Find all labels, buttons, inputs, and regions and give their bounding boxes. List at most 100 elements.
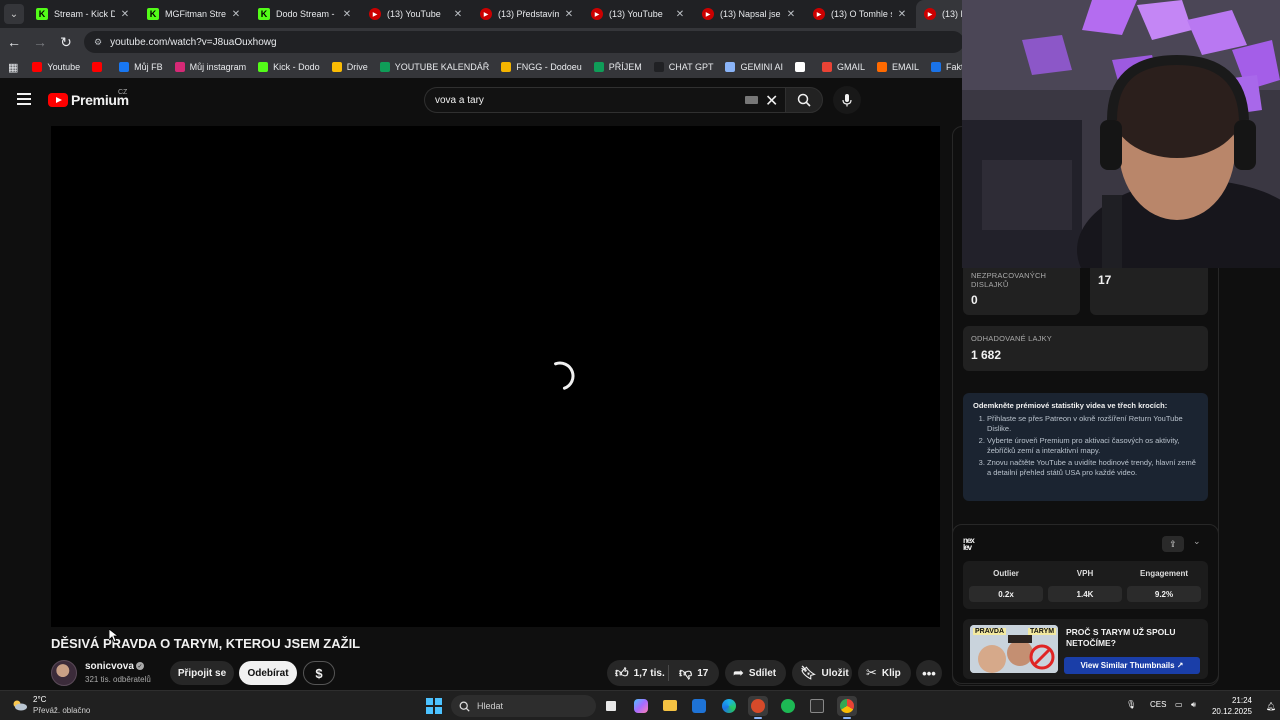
close-tab-icon[interactable]: ✕ (452, 9, 464, 20)
tab-title: MGFitman Stream (165, 9, 226, 19)
youtube-logo[interactable]: Premium (48, 92, 129, 108)
windows-start-icon[interactable] (426, 698, 442, 714)
more-actions-button[interactable]: ••• (916, 660, 942, 686)
bookmark-item[interactable] (92, 62, 107, 72)
forward-button[interactable]: → (28, 30, 52, 54)
bookmark-favicon-icon (174, 62, 185, 72)
clip-button[interactable]: ✂ Klip (858, 660, 911, 686)
address-bar[interactable]: ⚙ youtube.com/watch?v=J8uaOuxhowg (84, 31, 964, 53)
outlook-icon[interactable] (689, 696, 709, 716)
close-tab-icon[interactable]: ✕ (230, 9, 242, 20)
metric-value: 0.2x (969, 586, 1043, 602)
apps-icon[interactable]: ▦ (8, 61, 18, 74)
dislike-button[interactable]: 👎︎ 17 (669, 665, 708, 681)
taskbar-search[interactable]: Hledat (451, 695, 596, 717)
view-similar-thumbnails-button[interactable]: View Similar Thumbnails ↗ (1064, 657, 1200, 674)
search-button[interactable] (785, 87, 823, 113)
search-value: vova a tary (435, 94, 484, 106)
close-tab-icon[interactable]: ✕ (119, 9, 131, 20)
youtube-icon: ▶ (591, 8, 603, 20)
channel-avatar[interactable] (51, 660, 77, 686)
network-icon[interactable]: ▭ (1175, 700, 1183, 709)
scissors-icon: ✂ (866, 665, 877, 680)
bookmark-item[interactable]: Můj instagram (174, 62, 246, 72)
bookmark-item[interactable]: CHAT GPT (653, 62, 713, 72)
browser-tab[interactable]: K Stream - Kick Dash ✕ (28, 0, 139, 28)
bookmark-item[interactable]: YOUTUBE KALENDÁŘ (379, 62, 489, 72)
back-button[interactable]: ← (2, 30, 26, 54)
video-title: DĚSIVÁ PRAVDA O TARYM, KTEROU JSEM ZAŽIL (51, 636, 361, 651)
bookmark-item[interactable]: FNGG - Dodoeu (501, 62, 582, 72)
bookmark-item[interactable]: GEMINI AI (725, 62, 783, 72)
close-tab-icon[interactable]: ✕ (341, 9, 353, 20)
bookmark-item[interactable]: Můj FB (119, 62, 163, 72)
thumbs-down-icon: 👎︎ (679, 665, 693, 680)
close-tab-icon[interactable]: ✕ (785, 9, 797, 20)
taskbar-clock[interactable]: 21:24 20.12.2025 (1208, 695, 1252, 717)
bookmark-item[interactable]: Drive (331, 62, 368, 72)
similar-thumbnails-card: PRAVDA TARYM PROČ S TARYM UŽ SPOLU NETOČ… (963, 619, 1208, 679)
browser-tab[interactable]: ▶ (13) YouTube ✕ (583, 0, 694, 28)
bookmark-item[interactable]: Youtube (32, 62, 80, 72)
like-dislike-group: 👍︎ 1,7 tis. 👎︎ 17 (607, 660, 719, 686)
bookmark-favicon-icon (32, 62, 43, 72)
bookmark-item[interactable]: EMAIL (877, 62, 919, 72)
browser-tab[interactable]: ▶ (13) YouTube ✕ (361, 0, 472, 28)
file-explorer-icon[interactable] (660, 696, 680, 716)
clear-search-icon[interactable]: ✕ (765, 91, 778, 111)
chrome-icon[interactable] (837, 696, 857, 716)
volume-icon[interactable]: 🔊︎ (1191, 700, 1196, 710)
tab-search-button[interactable]: ⌄ (4, 4, 24, 24)
site-info-icon[interactable]: ⚙ (94, 37, 102, 48)
spotify-icon[interactable] (778, 696, 798, 716)
weather-temperature[interactable]: 2°C (33, 695, 46, 704)
like-button[interactable]: 👍︎ 1,7 tis. (607, 665, 669, 681)
browser-tab[interactable]: K MGFitman Stream ✕ (139, 0, 250, 28)
mic-tray-icon[interactable]: 🎙︎ (1126, 700, 1136, 709)
unprocessed-dislikes-card: NEZPRACOVANÝCH DISLAJKŮ 0 (963, 263, 1080, 315)
join-button[interactable]: Připojit se (170, 661, 234, 685)
obs-icon[interactable] (748, 696, 768, 716)
webcam-image (962, 0, 1280, 268)
menu-icon[interactable] (17, 93, 31, 105)
edge-icon[interactable] (719, 696, 739, 716)
close-tab-icon[interactable]: ✕ (896, 9, 908, 20)
save-button[interactable]: 🔖︎ Uložit (792, 660, 852, 686)
close-tab-icon[interactable]: ✕ (563, 9, 575, 20)
youtube-play-icon (48, 93, 68, 107)
subscribe-button[interactable]: Odebírat (239, 661, 297, 685)
close-tab-icon[interactable]: ✕ (674, 9, 686, 20)
bookmark-item[interactable]: GMAIL (821, 62, 865, 72)
share-button[interactable]: ➦ Sdílet (725, 660, 786, 686)
video-thumbnail[interactable]: PRAVDA TARYM (970, 625, 1058, 673)
export-icon[interactable]: ⇪ (1162, 536, 1184, 552)
video-player[interactable] (51, 126, 940, 627)
task-view-icon[interactable] (601, 696, 621, 716)
terminal-icon[interactable] (807, 696, 827, 716)
weather-description[interactable]: Převáž. oblačno (33, 706, 90, 715)
browser-tab[interactable]: ▶ (13) O Tomhle si N ✕ (805, 0, 916, 28)
promo-step: Přihlaste se přes Patreon v okně rozšíře… (987, 414, 1198, 433)
voice-search-button[interactable] (833, 86, 861, 114)
language-indicator[interactable]: CES (1150, 700, 1166, 709)
bookmark-item[interactable]: Kick - Dodo (258, 62, 320, 72)
chevron-down-icon[interactable]: ⌄ (1193, 536, 1201, 547)
bookmark-item[interactable]: PŘÍJEM (593, 62, 642, 72)
thanks-button[interactable]: $ (303, 661, 335, 685)
browser-tab[interactable]: ▶ (13) Napsal jsem ✕ (694, 0, 805, 28)
metric-value: 1.4K (1048, 586, 1122, 602)
browser-tab[interactable]: K Dodo Stream - Web ✕ (250, 0, 361, 28)
keyboard-icon[interactable] (745, 96, 758, 104)
channel-name[interactable]: sonicvova (85, 661, 134, 672)
search-input[interactable]: vova a tary ✕ (424, 87, 786, 113)
browser-tab[interactable]: ▶ (13) Představím Bý ✕ (472, 0, 583, 28)
bookmark-item[interactable] (794, 62, 810, 72)
notifications-icon[interactable]: 🔔︎ (1266, 702, 1276, 711)
tab-title: (13) Napsal jsem (720, 9, 781, 19)
metric-engagement: Engagement 9.2% (1125, 561, 1203, 602)
tab-title: (13) YouTube (387, 9, 441, 19)
video-analytics-panel: nex lev ⇪ ⌄ Outlier 0.2x VPH 1.4K Engage… (952, 524, 1219, 684)
copilot-icon[interactable] (631, 696, 651, 716)
reload-button[interactable]: ↻ (54, 30, 78, 54)
stat-value: 1 682 (971, 348, 1002, 362)
